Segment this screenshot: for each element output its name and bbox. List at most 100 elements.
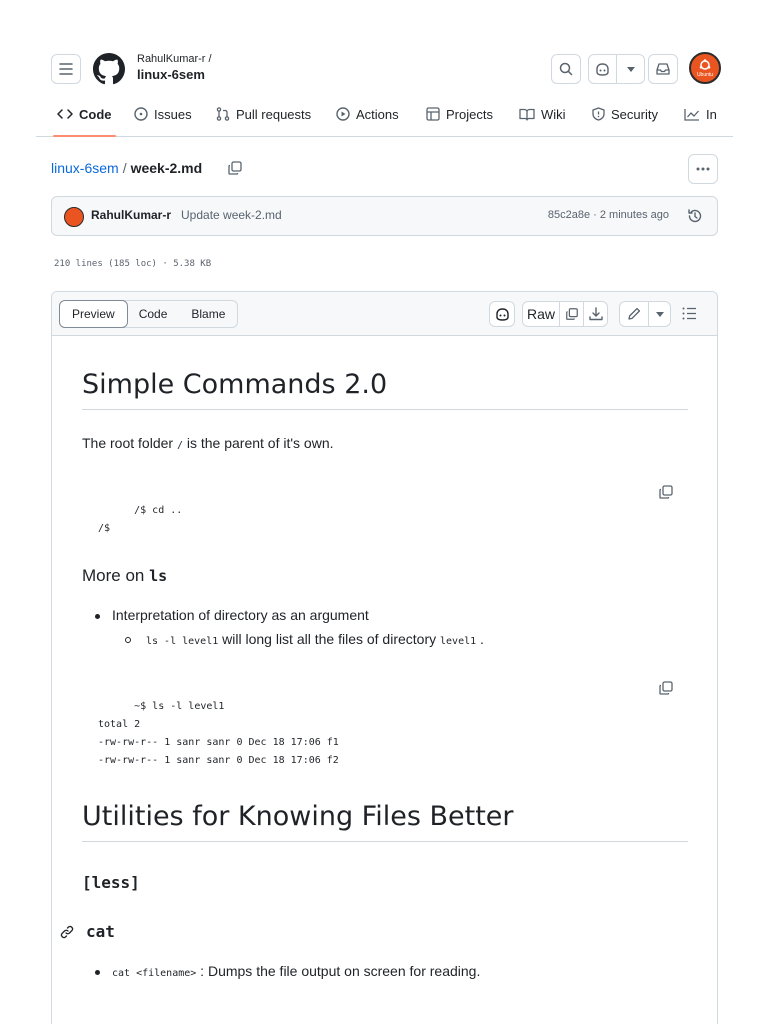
root-folder-paragraph: The root folder / is the parent of it's … (82, 435, 334, 451)
repo-name-link[interactable]: linux-6sem (137, 67, 205, 82)
copy-icon[interactable] (658, 484, 674, 500)
heading-simple-commands: Simple Commands 2.0 (82, 369, 688, 410)
tab-label: Projects (446, 106, 493, 122)
raw-label: Raw (526, 306, 555, 322)
issue-icon (134, 107, 148, 121)
tab-label: Wiki (541, 106, 566, 122)
inbox-button[interactable] (648, 54, 678, 84)
breadcrumb-repo-link[interactable]: linux-6sem (51, 160, 119, 176)
list-item: cat <filename> : Dumps the file output o… (82, 963, 480, 979)
ubuntu-logo-icon (699, 58, 711, 70)
tab-wiki[interactable]: Wiki (519, 96, 566, 132)
view-mode-switcher: Preview Code Blame (59, 300, 239, 328)
list-item-text: . (476, 631, 484, 647)
copilot-menu[interactable] (588, 54, 645, 84)
list-item: Interpretation of directory as an argume… (82, 607, 369, 623)
user-avatar[interactable]: Ubuntu (689, 52, 721, 84)
commit-author[interactable]: RahulKumar-r (91, 208, 171, 222)
breadcrumb: linux-6sem / week-2.md (51, 160, 202, 176)
copilot-dropdown-button[interactable] (616, 55, 644, 83)
pull-request-icon (216, 107, 230, 121)
file-info: 210 lines (185 loc) · 5.38 KB (54, 259, 212, 269)
tab-insights[interactable]: In (684, 96, 717, 132)
commit-meta[interactable]: 85c2a8e · 2 minutes ago (548, 209, 669, 221)
raw-copy-download-group: Raw (522, 301, 608, 327)
copilot-file-button[interactable] (489, 301, 515, 327)
download-icon (588, 307, 603, 321)
edit-group (619, 301, 671, 327)
menu-button[interactable] (51, 54, 81, 84)
heading-utilities: Utilities for Knowing Files Better (82, 801, 688, 842)
breadcrumb-file: week-2.md (130, 160, 203, 176)
edit-file-button[interactable] (620, 302, 648, 326)
commit-message[interactable]: Update week-2.md (181, 208, 282, 222)
tab-code[interactable]: Code (53, 96, 115, 137)
list-item-text: Interpretation of directory as an argume… (112, 607, 369, 623)
raw-button[interactable]: Raw (523, 302, 559, 326)
inline-code: / (176, 440, 183, 451)
avatar-text: Ubuntu (696, 71, 714, 78)
outline-list-icon[interactable] (682, 307, 697, 320)
shield-icon (592, 107, 605, 121)
link-icon[interactable] (60, 925, 74, 939)
github-logo-icon[interactable] (93, 53, 125, 85)
tab-pull-requests[interactable]: Pull requests (216, 96, 311, 132)
tab-blame[interactable]: Blame (179, 301, 237, 327)
tab-projects[interactable]: Projects (426, 96, 493, 132)
graph-icon (684, 108, 699, 121)
tab-label: Actions (356, 106, 399, 122)
heading-cat-row: cat (60, 922, 115, 941)
code-icon (57, 109, 73, 119)
inline-code: ls (149, 567, 168, 585)
tab-label: In (706, 106, 717, 122)
triangle-down-icon (655, 311, 664, 317)
tab-actions[interactable]: Actions (336, 96, 399, 132)
edit-dropdown-button[interactable] (648, 302, 670, 326)
book-icon (519, 108, 535, 121)
commit-author-avatar[interactable] (64, 207, 84, 227)
copilot-icon (596, 62, 609, 76)
paragraph-text: is the parent of it's own. (186, 435, 334, 451)
heading-cat: cat (86, 922, 115, 941)
tab-label: Pull requests (236, 106, 312, 122)
paragraph-text: The root folder (82, 435, 177, 451)
heading-more-on-ls: More on ls (82, 566, 167, 586)
breadcrumb-separator: / (122, 160, 127, 176)
tab-label: Issues (154, 106, 192, 122)
search-button[interactable] (551, 54, 581, 84)
inbox-icon (656, 63, 670, 75)
tab-security[interactable]: Security (592, 96, 658, 132)
inline-code: level1 (440, 636, 477, 647)
heading-less: [less] (82, 873, 140, 892)
repo-header: RahulKumar-r / linux-6sem Ubuntu (36, 44, 732, 92)
code-text: /$ cd .. /$ (98, 505, 183, 534)
list-item-text: will long list all the files of director… (218, 631, 441, 647)
copy-icon (565, 308, 578, 320)
tab-issues[interactable]: Issues (134, 96, 192, 132)
copy-path-icon[interactable] (227, 160, 243, 176)
copy-raw-button[interactable] (559, 302, 583, 326)
pencil-icon (628, 307, 641, 320)
more-options-button[interactable] (688, 154, 718, 184)
copy-icon[interactable] (658, 680, 674, 696)
hamburger-icon (59, 63, 73, 75)
repo-owner-link[interactable]: RahulKumar-r / (137, 53, 212, 65)
tab-preview[interactable]: Preview (59, 300, 128, 328)
copilot-button[interactable] (589, 55, 616, 83)
file-toolbar: Preview Code Blame Raw (52, 292, 717, 336)
sub-list-item: ls -l level1 will long list all the file… (82, 631, 484, 647)
repo-nav: Code Issues Pull requests Actions Projec… (36, 96, 733, 137)
tab-code-view[interactable]: Code (127, 301, 180, 327)
list-item-text: : Dumps the file output on screen for re… (196, 963, 481, 979)
history-icon[interactable] (687, 208, 703, 224)
download-raw-button[interactable] (583, 302, 607, 326)
latest-commit-bar: RahulKumar-r Update week-2.md 85c2a8e · … (51, 196, 718, 236)
kebab-horizontal-icon (696, 167, 710, 171)
heading-text: More on (82, 566, 150, 585)
tab-label: Code (79, 106, 112, 122)
copilot-icon (495, 307, 509, 321)
search-icon (559, 62, 573, 76)
file-viewer: Preview Code Blame Raw Simple Commands 2… (51, 291, 718, 1024)
tab-label: Security (611, 106, 658, 122)
play-icon (336, 107, 350, 121)
